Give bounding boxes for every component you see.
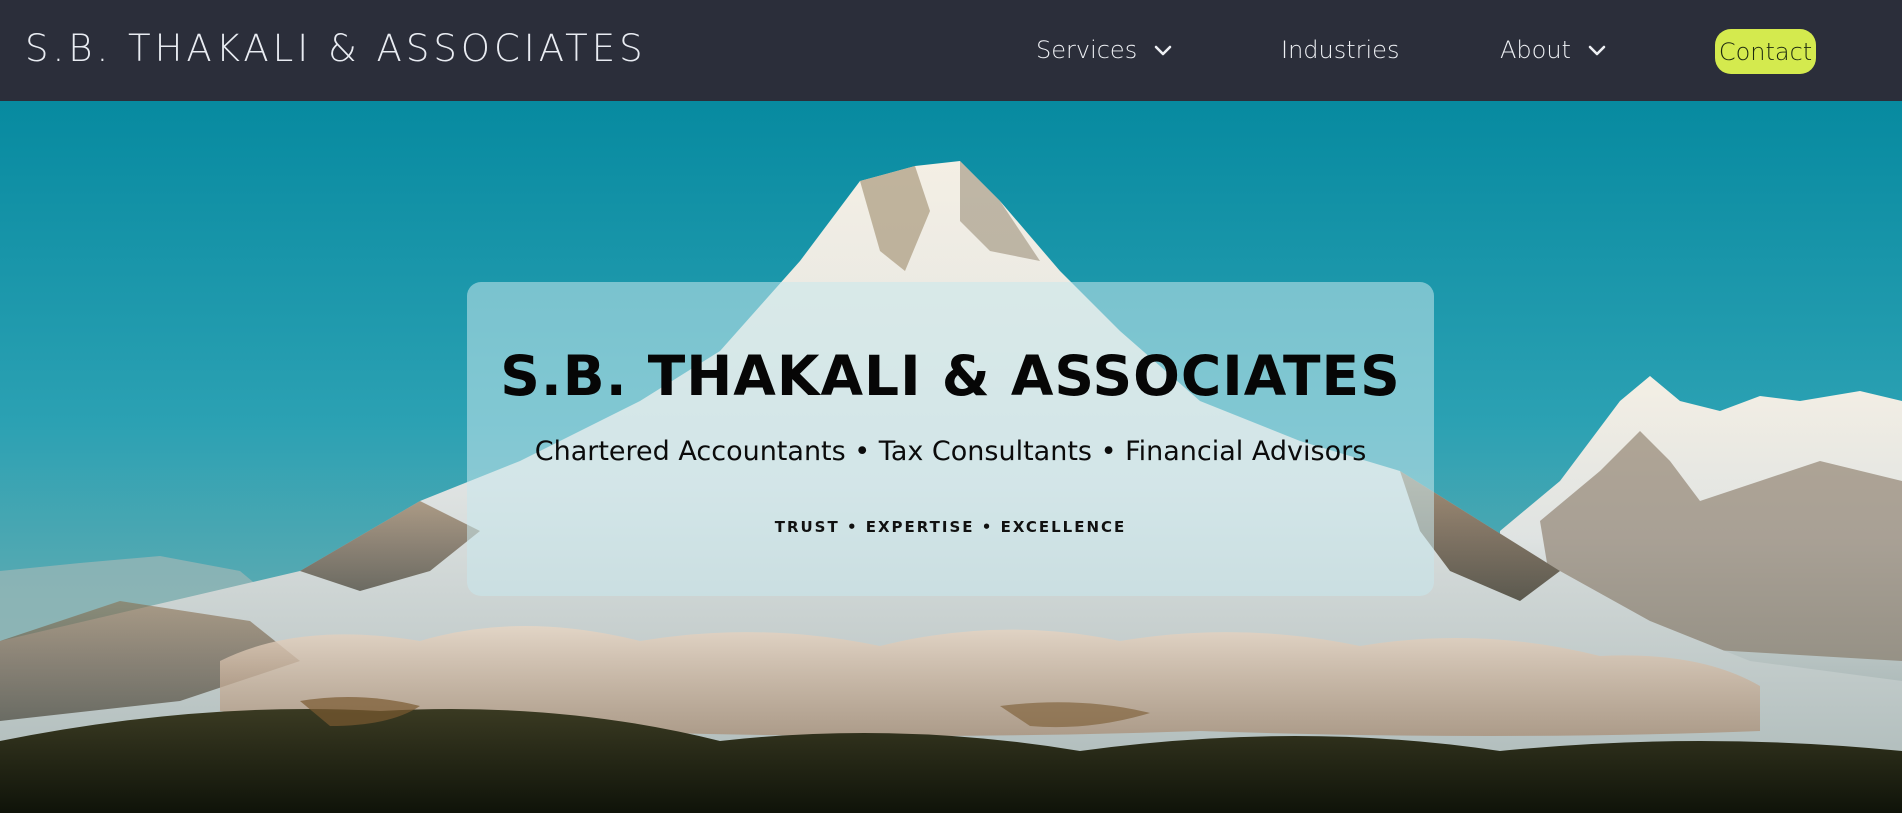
hero-subtitle: Chartered Accountants • Tax Consultants … bbox=[534, 436, 1367, 467]
hero-tagline: TRUST • EXPERTISE • EXCELLENCE bbox=[774, 518, 1127, 536]
nav-industries[interactable]: Industries bbox=[1281, 38, 1399, 62]
nav-services-label: Services bbox=[1036, 36, 1138, 64]
nav-about-label: About bbox=[1500, 36, 1571, 64]
chevron-down-icon bbox=[1588, 45, 1606, 56]
contact-button[interactable]: Contact bbox=[1715, 29, 1816, 74]
page: S.B. THAKALI & ASSOCIATES Services Indus… bbox=[0, 0, 1902, 813]
hero-card: S.B. THAKALI & ASSOCIATES Chartered Acco… bbox=[467, 282, 1434, 596]
brand-logo-text[interactable]: S.B. THAKALI & ASSOCIATES bbox=[25, 30, 647, 67]
nav-industries-label: Industries bbox=[1281, 36, 1400, 64]
nav-about[interactable]: About bbox=[1500, 38, 1607, 62]
chevron-down-icon bbox=[1154, 45, 1172, 56]
top-navbar: S.B. THAKALI & ASSOCIATES Services Indus… bbox=[0, 0, 1902, 101]
nav-services[interactable]: Services bbox=[1036, 38, 1173, 62]
hero-title: S.B. THAKALI & ASSOCIATES bbox=[500, 344, 1401, 408]
